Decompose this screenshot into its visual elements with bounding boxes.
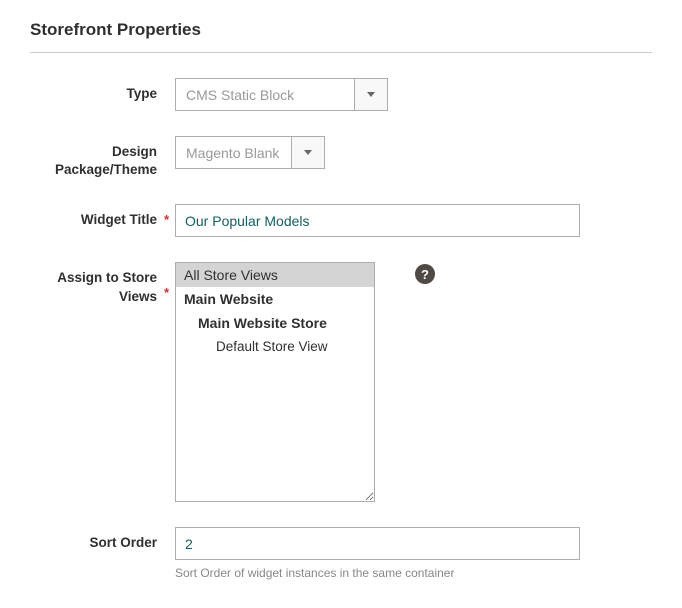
help-icon[interactable]: ?: [415, 264, 435, 284]
label-design: Design Package/Theme: [30, 136, 175, 179]
label-sort-order-text: Sort Order: [89, 535, 157, 550]
store-views-multiselect[interactable]: All Store Views Main Website Main Websit…: [175, 262, 375, 502]
chevron-down-icon: [354, 79, 387, 110]
required-asterisk: *: [164, 284, 169, 302]
store-option-all[interactable]: All Store Views: [176, 263, 374, 287]
section-title: Storefront Properties: [30, 20, 652, 53]
label-widget-title-text: Widget Title: [81, 212, 157, 227]
row-design: Design Package/Theme Magento Blank: [30, 136, 652, 179]
label-type-text: Type: [126, 86, 157, 101]
design-select-value: Magento Blank: [176, 137, 291, 168]
field-sort-order: Sort Order of widget instances in the sa…: [175, 527, 652, 580]
label-sort-order: Sort Order: [30, 527, 175, 552]
row-assign: Assign to Store Views * All Store Views …: [30, 262, 652, 502]
field-assign: All Store Views Main Website Main Websit…: [175, 262, 652, 502]
type-select-value: CMS Static Block: [176, 79, 354, 110]
chevron-down-icon: [291, 137, 324, 168]
field-type: CMS Static Block: [175, 78, 652, 111]
row-sort-order: Sort Order Sort Order of widget instance…: [30, 527, 652, 580]
label-assign: Assign to Store Views *: [30, 262, 175, 305]
type-select: CMS Static Block: [175, 78, 388, 111]
design-select: Magento Blank: [175, 136, 325, 169]
sort-order-hint: Sort Order of widget instances in the sa…: [175, 566, 652, 580]
row-widget-title: Widget Title *: [30, 204, 652, 237]
sort-order-input[interactable]: [175, 527, 580, 560]
label-assign-text: Assign to Store Views: [57, 270, 157, 303]
label-type: Type: [30, 78, 175, 103]
label-widget-title: Widget Title *: [30, 204, 175, 229]
label-design-text: Design Package/Theme: [55, 144, 157, 177]
widget-title-input[interactable]: [175, 204, 580, 237]
row-type: Type CMS Static Block: [30, 78, 652, 111]
field-design: Magento Blank: [175, 136, 652, 169]
field-widget-title: [175, 204, 652, 237]
store-option-view[interactable]: Default Store View: [176, 335, 374, 358]
store-option-store[interactable]: Main Website Store: [176, 311, 374, 335]
required-asterisk: *: [164, 211, 169, 229]
store-option-website[interactable]: Main Website: [176, 287, 374, 311]
